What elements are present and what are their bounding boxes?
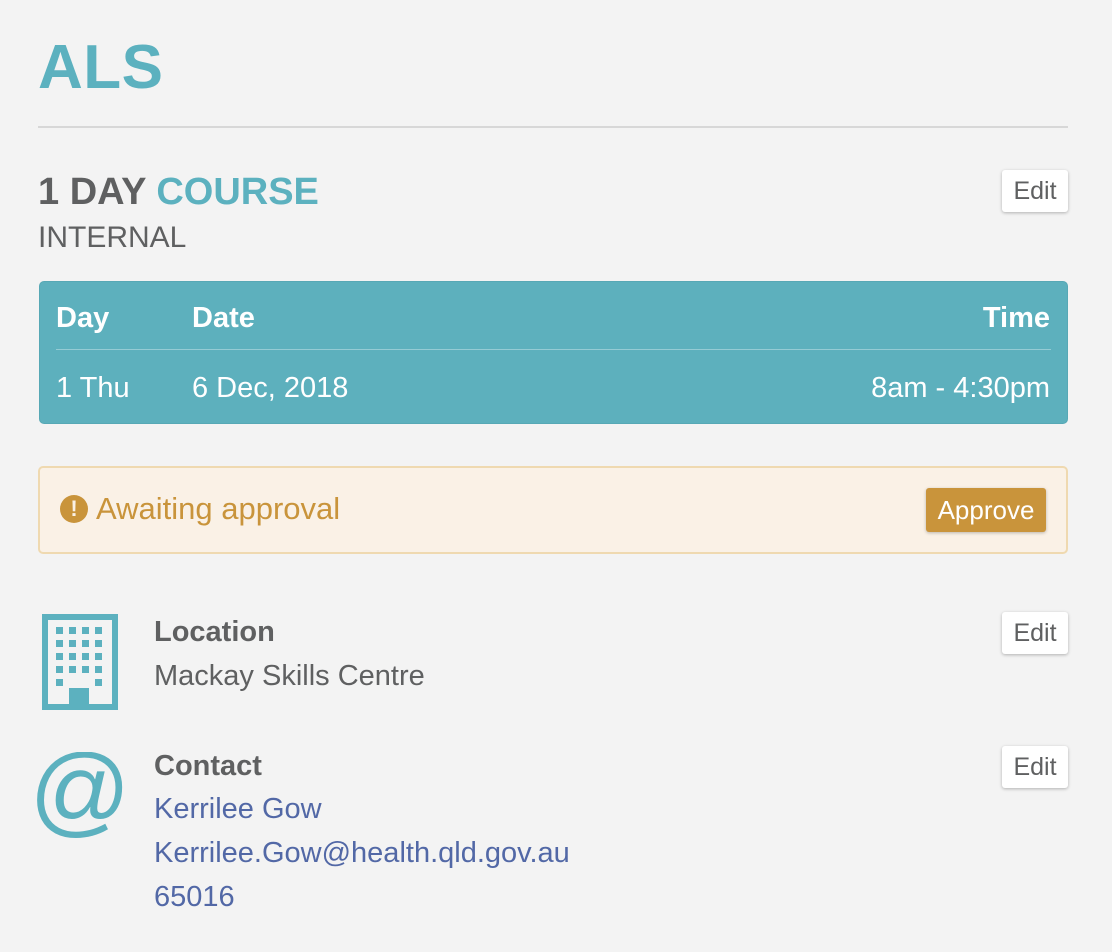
schedule-table: Day Date Time 1 Thu 6 Dec, 2018 8am - 4:… bbox=[39, 281, 1068, 424]
contact-phone-link[interactable]: 65016 bbox=[154, 879, 235, 915]
approve-button[interactable]: Approve bbox=[926, 488, 1046, 532]
contact-email-link[interactable]: Kerrilee.Gow@health.qld.gov.au bbox=[154, 835, 570, 871]
at-sign-glyph: @ bbox=[36, 752, 124, 840]
page-title: ALS bbox=[38, 33, 164, 102]
course-heading: 1 DAY COURSE bbox=[38, 170, 319, 214]
title-divider bbox=[38, 126, 1068, 128]
edit-location-button[interactable]: Edit bbox=[1002, 612, 1068, 654]
schedule-header-day: Day bbox=[56, 302, 110, 334]
course-word: COURSE bbox=[156, 171, 319, 213]
location-label: Location bbox=[154, 616, 275, 648]
edit-course-button[interactable]: Edit bbox=[1002, 170, 1068, 212]
schedule-row-date: 6 Dec, 2018 bbox=[192, 372, 349, 404]
course-duration: 1 DAY bbox=[38, 171, 146, 213]
course-type: INTERNAL bbox=[38, 221, 187, 254]
exclamation-circle-icon: ! bbox=[60, 495, 88, 523]
edit-contact-button[interactable]: Edit bbox=[1002, 746, 1068, 788]
approval-alert: ! Awaiting approval Approve bbox=[38, 466, 1068, 554]
location-value: Mackay Skills Centre bbox=[154, 660, 425, 692]
schedule-header-time: Time bbox=[982, 302, 1050, 334]
contact-name-link[interactable]: Kerrilee Gow bbox=[154, 791, 322, 827]
course-detail-page: ALS 1 DAY COURSE INTERNAL Edit Day Date … bbox=[0, 0, 1112, 952]
contact-label: Contact bbox=[154, 750, 262, 782]
schedule-row-time: 8am - 4:30pm bbox=[871, 372, 1050, 404]
schedule-header-divider bbox=[56, 349, 1051, 350]
at-sign-icon: @ bbox=[36, 752, 124, 840]
approval-message: Awaiting approval bbox=[96, 491, 341, 526]
schedule-header-date: Date bbox=[192, 302, 255, 334]
schedule-row-day: 1 Thu bbox=[56, 372, 130, 404]
building-icon bbox=[42, 614, 118, 710]
